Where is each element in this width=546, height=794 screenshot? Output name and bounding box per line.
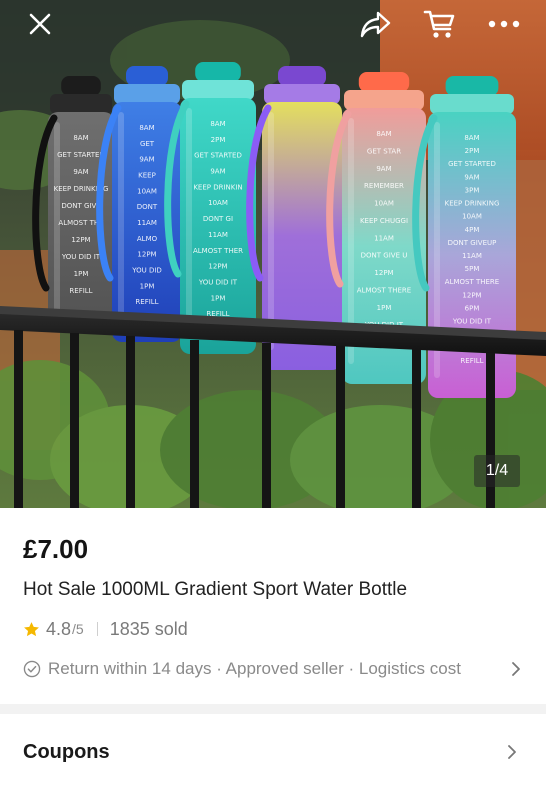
top-navigation-bar [0,0,546,50]
bottle-marking: 8AM [139,124,154,132]
bottle-marking: 12PM [462,291,481,299]
bottle-marking: GET STARTED [448,160,496,168]
bottle-marking: GET [140,140,155,148]
more-options-button[interactable] [486,8,522,40]
bottle-marking: REFILL [69,287,92,295]
service-text: Return within 14 days · Approved seller … [48,659,461,678]
product-price: £7.00 [23,534,89,564]
bottle-marking: GET STARTED [57,151,105,159]
bottle-marking: DONT [137,203,158,211]
bottle-marking: GET STAR [367,147,401,155]
bottle-marking: ALMOST THERE [445,278,499,286]
bottle-marking: 10AM [374,200,394,208]
bottle-marking: 1PM [377,304,392,312]
bottle-marking: DONT GIVEUP [448,239,497,247]
bottle-marking: 9AM [139,156,154,164]
share-icon [360,11,391,38]
bottle-marking: ALMO [137,235,158,243]
product-title: Hot Sale 1000ML Gradient Sport Water Bot… [23,579,408,600]
bottle-marking: DONT GIVE [61,202,100,210]
share-button[interactable] [358,8,394,40]
bottle-marking: 1PM [140,282,155,290]
bottle-marking: 9AM [376,165,391,173]
rating-max: /5 [72,621,84,637]
bottle-marking: YOU DID [131,267,162,275]
bottle-marking: ALMOST THERE [357,286,411,294]
bottle-marking: 10AM [462,213,482,221]
bottle-marking: 11AM [208,231,228,239]
bottle-marking: 2PM [465,147,480,155]
cart-button[interactable] [422,8,458,40]
section-divider [0,704,546,714]
bottle-marking: 3PM [465,186,480,194]
bottle-marking: 4PM [465,226,480,234]
bottle-marking: 12PM [374,269,393,277]
bottle-marking: YOU DID IT [198,278,238,286]
close-icon [29,13,51,35]
bottle-marking: KEEP DRINKIN [193,183,242,191]
check-circle-icon [23,660,41,678]
bottle-marking: GET STARTED [194,152,242,160]
sold-count: 1835 sold [109,618,188,639]
bottle-marking: YOU DID IT [452,318,492,326]
product-info: £7.00 Hot Sale 1000ML Gradient Sport Wat… [0,508,546,704]
bottle-marking: 6PM [465,304,480,312]
bottle-marking: 10AM [208,199,228,207]
image-counter: 1/4 [474,455,520,487]
product-photo: 8AM GET STARTED 9AM KEEP DRINKING DONT GIVE A… [0,0,546,508]
bottle-marking: YOU DID IT [61,253,101,261]
bottle-marking: DONT GIVE U [361,252,408,260]
chevron-right-icon [508,745,516,759]
bottle-marking: 9AM [210,168,225,176]
coupons-label: Coupons [23,741,110,763]
bottle-marking: 9AM [73,168,88,176]
bottle-marking: 1PM [74,270,89,278]
bottle-marking: 1PM [211,294,226,302]
bottle-marking: REFILL [135,298,158,306]
more-icon [488,20,520,28]
divider [96,622,98,636]
product-image-carousel[interactable]: 8AM GET STARTED 9AM KEEP DRINKING DONT GIVE A… [0,0,546,508]
bottle-marking: 8AM [376,130,391,138]
bottle-marking: 12PM [208,263,227,271]
bottle-marking: 2PM [211,136,226,144]
bottle-marking: 9AM [464,173,479,181]
bottle-marking: 8AM [464,134,479,142]
bottle-marking: 11AM [374,234,394,242]
chevron-right-icon [512,662,520,676]
bottle-marking: 11AM [462,252,482,260]
bottle-marking: 12PM [71,236,90,244]
bottle-marking: KEEP DRINKING [445,200,500,208]
bottle-marking: 12PM [137,251,156,259]
rating-row: 4.8 /5 1835 sold [23,618,188,640]
star-icon [24,621,39,636]
bottle-marking: 11AM [137,219,157,227]
bottle-marking: REFILL [460,357,483,365]
close-button[interactable] [22,8,58,40]
cart-icon [423,10,455,38]
bottle-marking: KEEP [138,172,156,180]
bottle-marking: 8AM [210,120,225,128]
bottle-marking: DONT GI [203,215,233,223]
bottle-marking: 8AM [73,134,88,142]
rating-value: 4.8 [46,618,72,639]
coupons-row[interactable]: Coupons [0,714,546,794]
bottle-marking: KEEP CHUGGI [360,217,408,225]
bottle-marking: 5PM [465,265,480,273]
bottle-marking: 10AM [137,187,157,195]
service-guarantees-row[interactable]: Return within 14 days · Approved seller … [23,658,528,680]
bottle: 8AM 2PM GET STARTED 9AM KEEP DRINKIN 10AM DONT… [164,62,256,354]
bottle-marking: REMEMBER [364,182,404,190]
bottle-marking: ALMOST THER [193,247,243,255]
